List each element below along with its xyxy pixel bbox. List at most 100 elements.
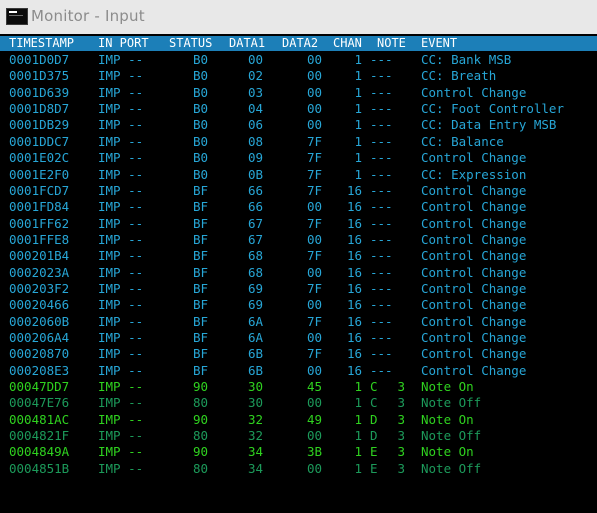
- cell-timestamp: 0001E02C: [9, 150, 70, 166]
- event-row[interactable]: 00020870 IMP -- BF 6B 7F 16 --- Control Change: [0, 346, 597, 362]
- cell-timestamp: 000481AC: [9, 411, 70, 427]
- event-row[interactable]: 000203F2 IMP -- BF 69 7F 16 --- Control Change: [0, 281, 597, 297]
- event-row[interactable]: 0001DDC7 IMP -- B0 08 7F 1 --- CC: Balance: [0, 134, 597, 150]
- cell-status: B0: [193, 68, 209, 84]
- cell-data1: 67: [248, 231, 264, 247]
- cell-status: BF: [193, 362, 209, 378]
- cell-chan: 1: [354, 166, 362, 182]
- event-row[interactable]: 000481AC IMP -- 90 32 49 1 D 3 Note On: [0, 412, 597, 428]
- event-row[interactable]: 0002023A IMP -- BF 68 00 16 --- Control Change: [0, 265, 597, 281]
- cell-data2: 00: [307, 199, 323, 215]
- cell-timestamp: 000201B4: [9, 248, 70, 264]
- cell-note: D: [370, 428, 378, 444]
- event-row[interactable]: 00047DD7 IMP -- 90 30 45 1 C 3 Note On: [0, 379, 597, 395]
- cell-status: B0: [193, 101, 209, 117]
- cell-status: BF: [193, 231, 209, 247]
- cell-status: B0: [193, 133, 209, 149]
- cell-status: BF: [193, 248, 209, 264]
- cell-chan: 1: [354, 101, 362, 117]
- cell-data1: 34: [248, 460, 264, 476]
- cell-octave: 3: [397, 460, 405, 476]
- cell-status: 80: [193, 395, 209, 411]
- cell-data1: 67: [248, 215, 264, 231]
- cell-event: Control Change: [421, 248, 527, 264]
- cell-in-port: IMP --: [98, 330, 144, 345]
- cell-chan: 1: [354, 84, 362, 100]
- cell-event: Note Off: [421, 395, 482, 411]
- cell-status: BF: [193, 199, 209, 215]
- cell-data1: 08: [248, 133, 264, 149]
- cell-data1: 34: [248, 444, 264, 460]
- cell-in-port: IMP --: [98, 362, 144, 378]
- event-row[interactable]: 0004821F IMP -- 80 32 00 1 D 3 Note Off: [0, 428, 597, 444]
- event-row[interactable]: 0001DB29 IMP -- B0 06 00 1 --- CC: Data Entry M…: [0, 117, 597, 133]
- cell-chan: 1: [354, 460, 362, 476]
- cell-in-port: IMP --: [98, 297, 144, 313]
- cell-event: Control Change: [421, 346, 527, 362]
- event-row[interactable]: 000206A4 IMP -- BF 6A 00 16 --- Control Change: [0, 330, 597, 346]
- cell-timestamp: 0001FCD7: [9, 182, 70, 198]
- cell-timestamp: 0001DDC7: [9, 133, 70, 149]
- cell-chan: 16: [346, 182, 362, 198]
- event-row[interactable]: 0002060B IMP -- BF 6A 7F 16 --- Control Change: [0, 314, 597, 330]
- cell-in-port: IMP --: [98, 52, 144, 67]
- cell-in-port: IMP --: [98, 117, 144, 133]
- cell-status: BF: [193, 346, 209, 362]
- cell-data2: 7F: [307, 166, 323, 182]
- cell-event: Control Change: [421, 215, 527, 231]
- cell-data1: 69: [248, 280, 264, 296]
- cell-status: 80: [193, 460, 209, 476]
- cell-data1: 6A: [248, 330, 264, 345]
- cell-data2: 00: [307, 330, 323, 345]
- event-row[interactable]: 0001D375 IMP -- B0 02 00 1 --- CC: Breath: [0, 68, 597, 84]
- cell-data1: 66: [248, 182, 264, 198]
- cell-in-port: IMP --: [98, 460, 144, 476]
- event-row[interactable]: 0001FF62 IMP -- BF 67 7F 16 --- Control Change: [0, 216, 597, 232]
- cell-event: Control Change: [421, 362, 527, 378]
- event-row[interactable]: 0001FFE8 IMP -- BF 67 00 16 --- Control Change: [0, 232, 597, 248]
- cell-event: Note On: [421, 411, 474, 427]
- cell-data1: 66: [248, 199, 264, 215]
- title-bar[interactable]: Monitor - Input: [0, 0, 597, 34]
- column-header-status: STATUS: [169, 36, 213, 50]
- event-row[interactable]: 000208E3 IMP -- BF 6B 00 16 --- Control Change: [0, 363, 597, 379]
- cell-chan: 16: [346, 280, 362, 296]
- event-row[interactable]: 0001FD84 IMP -- BF 66 00 16 --- Control Change: [0, 199, 597, 215]
- event-row[interactable]: 000201B4 IMP -- BF 68 7F 16 --- Control Change: [0, 248, 597, 264]
- event-row[interactable]: 0004849A IMP -- 90 34 3B 1 E 3 Note On: [0, 444, 597, 460]
- cell-data2: 00: [307, 362, 323, 378]
- column-header-row: TIMESTAMP IN PORT STATUS DATA1 DATA2 CHA…: [0, 36, 597, 51]
- cell-data1: 32: [248, 428, 264, 444]
- event-row[interactable]: 0001D8D7 IMP -- B0 04 00 1 --- CC: Foot Control…: [0, 101, 597, 117]
- event-row[interactable]: 0001D639 IMP -- B0 03 00 1 --- Control Change: [0, 85, 597, 101]
- cell-data2: 00: [307, 428, 323, 444]
- cell-timestamp: 0001D375: [9, 68, 70, 84]
- cell-chan: 16: [346, 199, 362, 215]
- event-row[interactable]: 0001E02C IMP -- B0 09 7F 1 --- Control Change: [0, 150, 597, 166]
- cell-in-port: IMP --: [98, 411, 144, 427]
- cell-in-port: IMP --: [98, 166, 144, 182]
- event-row[interactable]: 0001D0D7 IMP -- B0 00 00 1 --- CC: Bank MSB: [0, 52, 597, 68]
- cell-chan: 16: [346, 330, 362, 345]
- cell-note: ---: [370, 182, 393, 198]
- event-row[interactable]: 0004851B IMP -- 80 34 00 1 E 3 Note Off: [0, 461, 597, 477]
- cell-event: Control Change: [421, 84, 527, 100]
- cell-data1: 32: [248, 411, 264, 427]
- cell-in-port: IMP --: [98, 428, 144, 444]
- cell-timestamp: 0001D639: [9, 84, 70, 100]
- cell-data2: 49: [307, 411, 323, 427]
- event-row[interactable]: 00020466 IMP -- BF 69 00 16 --- Control Change: [0, 297, 597, 313]
- cell-timestamp: 00047E76: [9, 395, 70, 411]
- cell-event: Note On: [421, 379, 474, 394]
- event-row[interactable]: 0001FCD7 IMP -- BF 66 7F 16 --- Control Change: [0, 183, 597, 199]
- event-row[interactable]: 00047E76 IMP -- 80 30 00 1 C 3 Note Off: [0, 395, 597, 411]
- cell-event: Note Off: [421, 460, 482, 476]
- cell-chan: 1: [354, 68, 362, 84]
- event-log[interactable]: TIMESTAMP IN PORT STATUS DATA1 DATA2 CHA…: [0, 34, 597, 513]
- cell-in-port: IMP --: [98, 150, 144, 166]
- cell-event: Control Change: [421, 264, 527, 280]
- cell-in-port: IMP --: [98, 133, 144, 149]
- cell-status: 90: [193, 444, 209, 460]
- event-row[interactable]: 0001E2F0 IMP -- B0 0B 7F 1 --- CC: Expression: [0, 167, 597, 183]
- cell-data2: 00: [307, 297, 323, 313]
